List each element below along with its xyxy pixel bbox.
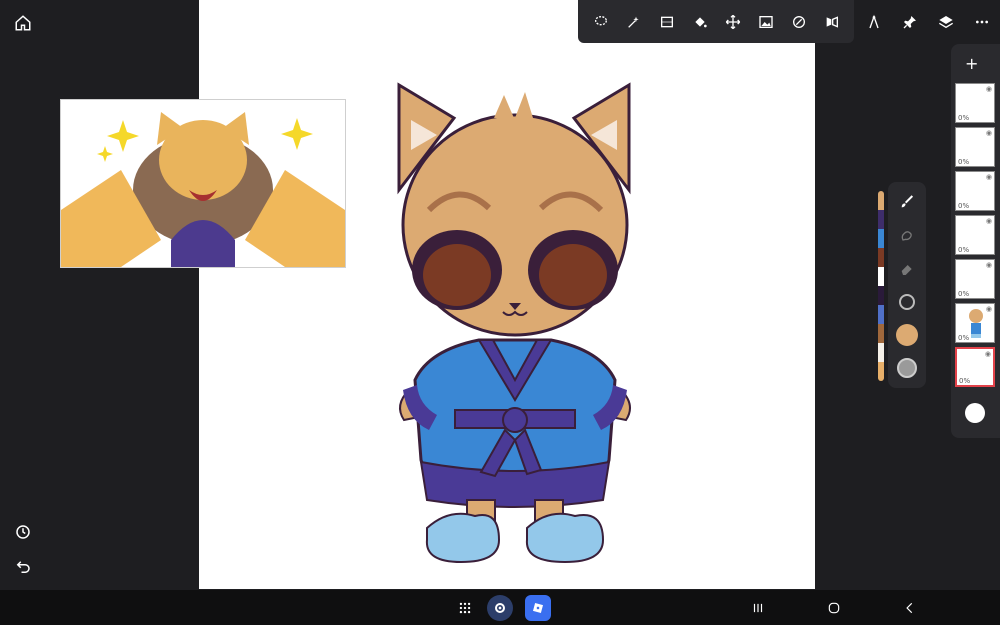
- color-swatch[interactable]: [878, 286, 884, 305]
- visibility-icon[interactable]: ◉: [985, 350, 991, 358]
- layer-thumbnail[interactable]: ◉ 0%: [955, 259, 995, 299]
- layer-thumbnail[interactable]: ◉ 0%: [955, 171, 995, 211]
- layers-icon[interactable]: [934, 10, 958, 34]
- color-swatch[interactable]: [878, 324, 884, 343]
- image-icon[interactable]: [754, 10, 778, 34]
- fill-icon[interactable]: [688, 10, 712, 34]
- eraser-icon[interactable]: [893, 255, 921, 283]
- magic-wand-icon[interactable]: [622, 10, 646, 34]
- color-swatch[interactable]: [878, 210, 884, 229]
- current-color-swatch: [896, 324, 918, 346]
- visibility-icon[interactable]: ◉: [986, 305, 992, 313]
- brush-settings-icon[interactable]: [787, 10, 811, 34]
- roblox-app-icon[interactable]: [525, 595, 551, 621]
- more-icon[interactable]: [970, 10, 994, 34]
- layer-opacity: 0%: [958, 246, 970, 254]
- layer-thumbnail[interactable]: ◉ 0%: [955, 303, 995, 343]
- visibility-icon[interactable]: ◉: [986, 129, 992, 137]
- home-nav-icon[interactable]: [821, 595, 847, 621]
- layer-opacity: 0%: [959, 377, 971, 385]
- color-swatch[interactable]: [878, 362, 884, 381]
- layer-opacity: 0%: [958, 202, 970, 210]
- home-icon[interactable]: [8, 8, 38, 38]
- undo-icon[interactable]: [8, 552, 38, 582]
- recents-icon[interactable]: [745, 595, 771, 621]
- history-icon[interactable]: [8, 517, 38, 547]
- layer-thumbnail[interactable]: ◉ 0%: [955, 215, 995, 255]
- color-swatch[interactable]: [878, 191, 884, 210]
- layer-opacity: 0%: [958, 334, 970, 342]
- color-history-strip[interactable]: [878, 191, 884, 381]
- left-rail: [0, 0, 46, 590]
- back-icon[interactable]: [897, 595, 923, 621]
- color-swatch[interactable]: [878, 248, 884, 267]
- layer-thumbnail[interactable]: ◉ 0%: [955, 127, 995, 167]
- layer-opacity: 0%: [958, 290, 970, 298]
- visibility-icon[interactable]: ◉: [986, 85, 992, 93]
- visibility-icon[interactable]: ◉: [986, 261, 992, 269]
- paintbrush-icon[interactable]: [893, 188, 921, 216]
- layer-opacity: 0%: [958, 158, 970, 166]
- character-illustration: [397, 82, 631, 564]
- layer-thumbnail-active[interactable]: ◉ 0%: [955, 347, 995, 387]
- brush-size-indicator[interactable]: [893, 288, 921, 316]
- layer-preview: [969, 309, 983, 338]
- reference-image: [61, 100, 345, 267]
- visibility-icon[interactable]: ◉: [986, 173, 992, 181]
- color-swatch[interactable]: [878, 267, 884, 286]
- right-toolbar: [862, 8, 994, 36]
- brush-opacity-indicator[interactable]: [893, 354, 921, 382]
- brush-panel: [888, 182, 926, 388]
- smudge-icon[interactable]: [893, 222, 921, 250]
- size-ring: [899, 294, 915, 310]
- color-swatch[interactable]: [878, 343, 884, 362]
- system-nav-bar: [0, 590, 1000, 625]
- app-drawer-icon[interactable]: [452, 595, 478, 621]
- add-layer-button[interactable]: +: [965, 54, 978, 73]
- layers-panel: + ◉ 0% ◉ 0% ◉ 0% ◉ 0% ◉ 0% ◉ 0% ◉ 0%: [951, 44, 1000, 438]
- ruler-icon[interactable]: [862, 10, 886, 34]
- background-color-button[interactable]: [965, 403, 985, 423]
- layer-thumbnail[interactable]: ◉ 0%: [955, 83, 995, 123]
- layer-opacity: 0%: [958, 114, 970, 122]
- transform-icon[interactable]: [655, 10, 679, 34]
- top-toolbar: [578, 0, 854, 43]
- pin-icon[interactable]: [898, 10, 922, 34]
- color-swatch[interactable]: [878, 229, 884, 248]
- settings-app-icon[interactable]: [487, 595, 513, 621]
- drawing-canvas[interactable]: [199, 0, 815, 589]
- visibility-icon[interactable]: ◉: [986, 217, 992, 225]
- color-swatch[interactable]: [878, 305, 884, 324]
- symmetry-icon[interactable]: [820, 10, 844, 34]
- color-picker-button[interactable]: [893, 321, 921, 349]
- lasso-select-icon[interactable]: [589, 10, 613, 34]
- reference-image-window[interactable]: [60, 99, 346, 268]
- move-icon[interactable]: [721, 10, 745, 34]
- opacity-puck: [897, 358, 917, 378]
